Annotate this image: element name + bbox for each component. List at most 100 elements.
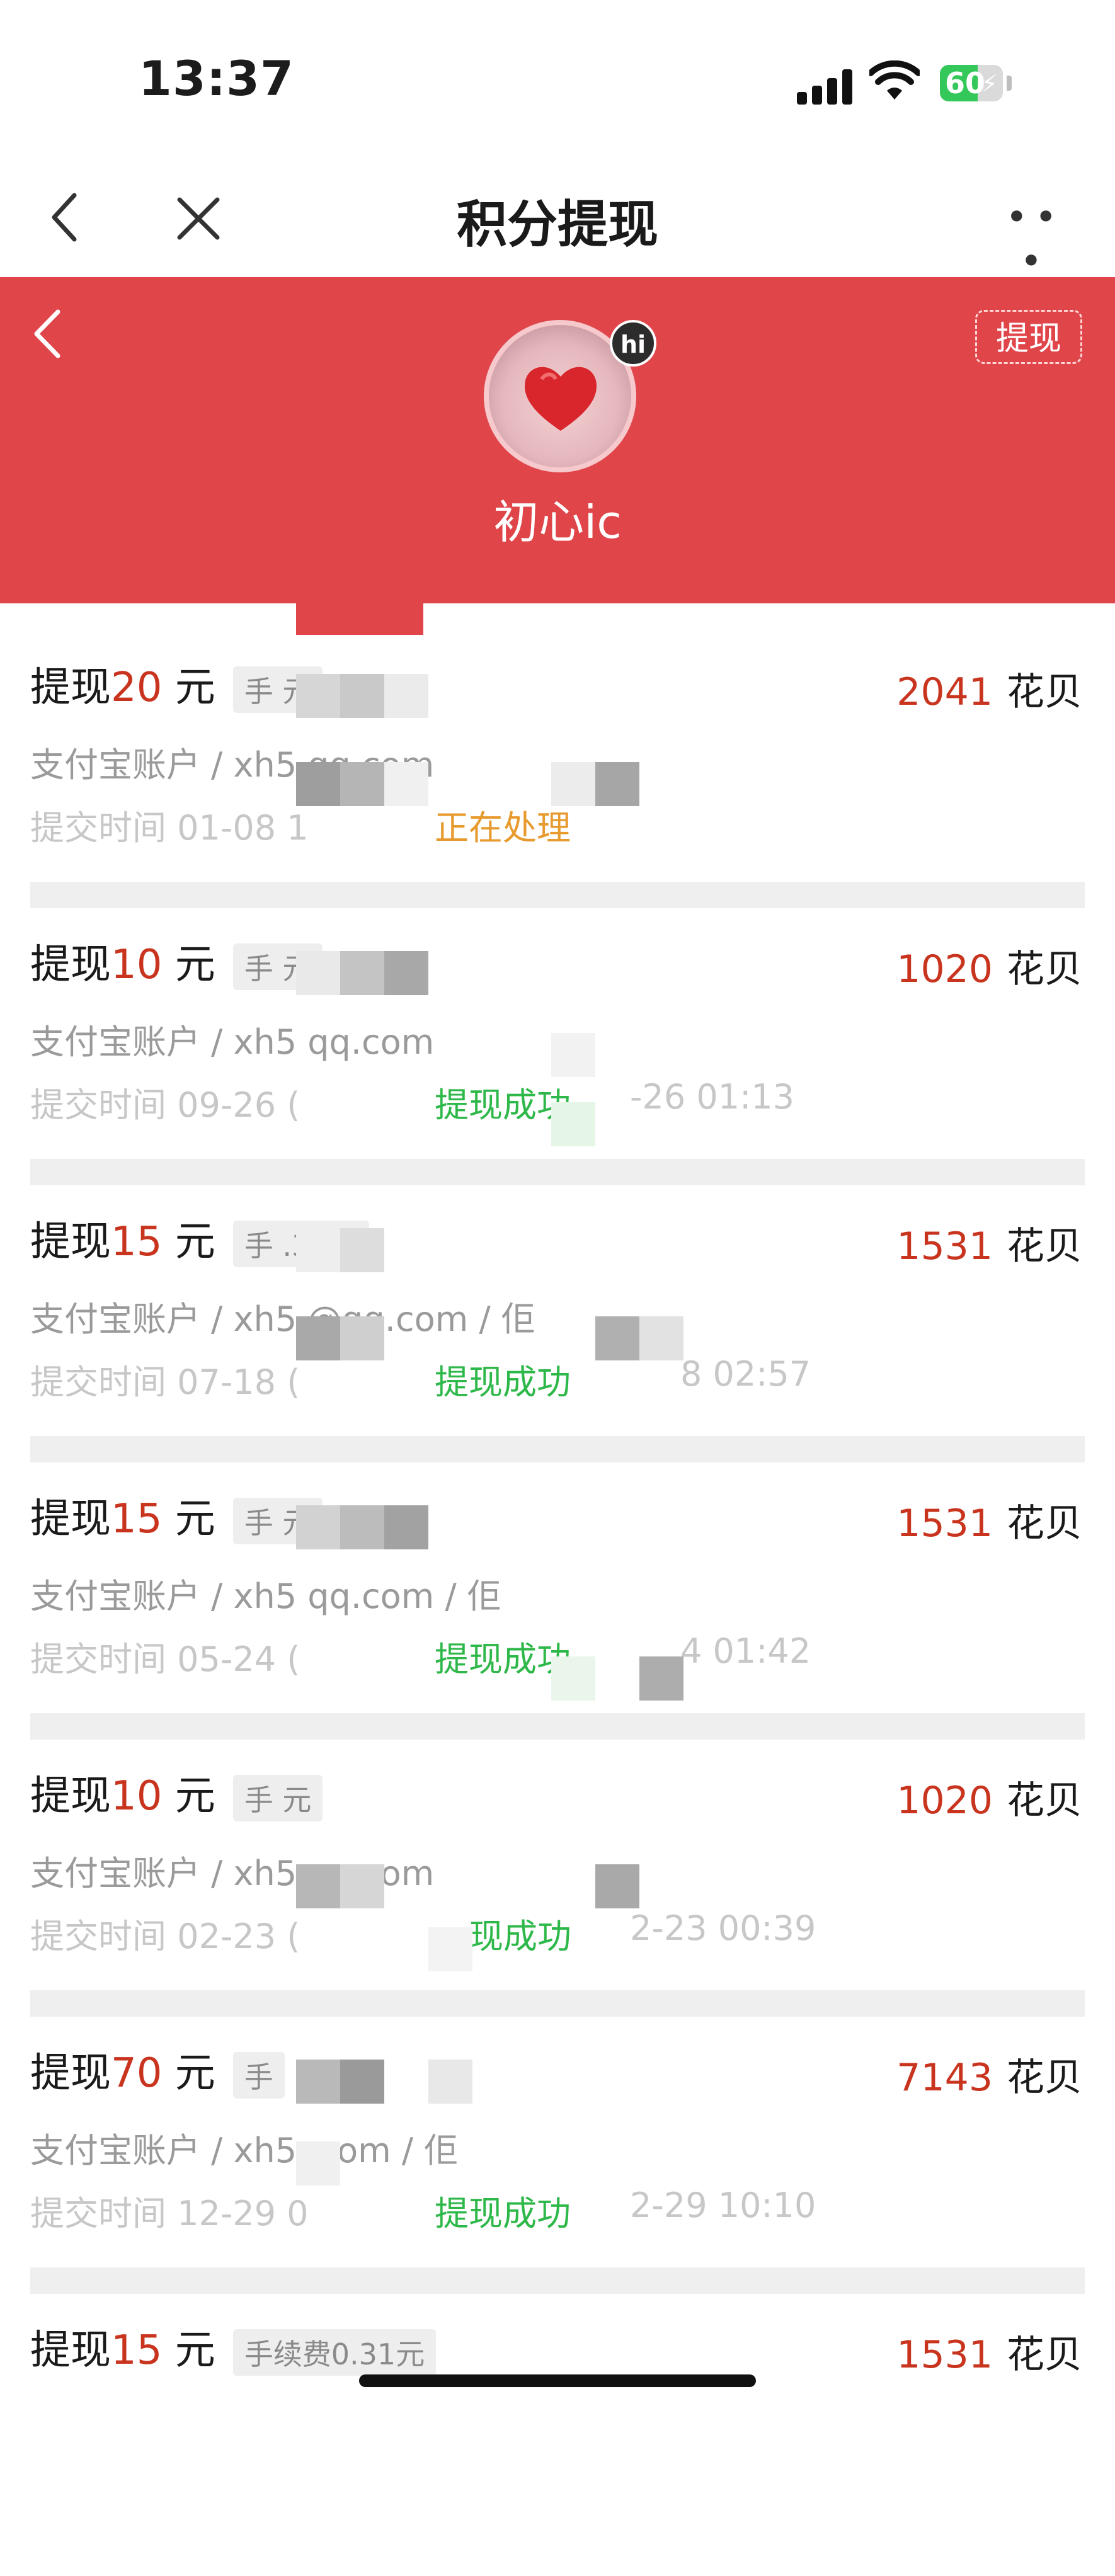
points-unit: 花贝 [1007,947,1082,991]
record-amount: 15 [111,2327,163,2374]
record-points: 1020 花贝 [896,938,1082,993]
mosaic-block [296,1864,340,1908]
record-points: 1020 花贝 [896,1770,1082,1825]
record-unit: 元 [162,1219,215,1265]
battery-icon: 60 ⚡ [940,65,1003,101]
withdrawal-record[interactable]: 提现10 元手 元 1020 花贝 支付宝账户 / xh5 qq.com 提交时间… [0,1745,1115,2022]
record-finish-time: 2-29 10:10 [630,2186,816,2225]
mosaic-block [428,1927,472,1971]
more-dots-icon[interactable]: • • • [995,195,1065,283]
mosaic-block [296,674,340,718]
username: 初心ic [493,496,622,549]
record-divider [30,1159,1085,1185]
record-finish-time: -26 01:13 [630,1077,794,1117]
points-value: 1531 [896,1502,993,1546]
mosaic-block [639,1316,683,1360]
record-account: 支付宝账户 / xh5 .com / 佢 [30,2131,459,2170]
withdraw-button[interactable]: 提现 [975,310,1082,364]
mosaic-block [296,2060,340,2104]
record-points: 1531 花贝 [896,2324,1082,2379]
mosaic-block [340,762,384,806]
points-value: 1020 [896,1779,993,1823]
record-submit-time: 提交时间 12-29 0 [30,2194,309,2233]
points-unit: 花贝 [1007,1224,1082,1268]
points-unit: 花贝 [1007,2333,1082,2377]
mosaic-block [340,674,384,718]
record-amount: 10 [111,1773,163,1820]
record-account: 支付宝账户 / xh5 @qq.com / 佢 [30,1299,535,1339]
record-status: 现成功 [469,1917,571,1956]
withdrawal-record[interactable]: 提现20 元手 元 2041 花贝 支付宝账户 / xh5 qq.com 提交时间… [0,636,1115,913]
withdrawal-record[interactable]: 提现15 元手 元 1531 花贝 支付宝账户 / xh5 qq.com / 佢 … [0,1468,1115,1745]
withdrawal-record[interactable]: 提现15 元手续费0.31元 1531 花贝 [0,2299,1115,2576]
points-unit: 花贝 [1007,1779,1082,1823]
record-title-prefix: 提现 [30,1496,111,1542]
record-unit: 元 [162,1773,215,1820]
record-title: 提现10 元手 元 [30,932,323,991]
record-title-prefix: 提现 [30,1219,111,1265]
record-amount: 10 [111,942,163,988]
mosaic-block [296,951,340,995]
points-unit: 花贝 [1007,2056,1082,2100]
record-amount: 20 [111,664,163,711]
record-divider [30,1713,1085,1740]
hi-badge: hi [610,320,656,367]
withdrawal-record[interactable]: 提现70 元手 7143 花贝 支付宝账户 / xh5 .com / 佢 提交时间… [0,2022,1115,2299]
mosaic-block [296,1505,340,1549]
page-title: 积分提现 [457,195,658,254]
withdrawal-record[interactable]: 提现15 元手 .31元 1531花贝 支付宝账户 / xh5 @qq.com … [0,1190,1115,1468]
mosaic-block [384,762,428,806]
record-title: 提现70 元手 [30,2041,285,2099]
fee-tag: 手续费0.31元 [232,2329,437,2376]
record-title-prefix: 提现 [30,2050,111,2097]
record-status: 提现成功 [435,1639,571,1679]
record-account: 支付宝账户 / xh5 qq.com / 佢 [30,1576,501,1616]
record-submit-time: 提交时间 01-08 1 [30,808,309,848]
record-submit-time: 提交时间 02-23 ( [30,1917,300,1956]
fee-tag: 手 [232,2052,285,2099]
mosaic-block [639,1656,683,1701]
mosaic-block [340,1505,384,1549]
mosaic-block [551,1656,595,1701]
points-unit: 花贝 [1007,670,1082,714]
record-submit-time: 提交时间 05-24 ( [30,1639,300,1679]
mosaic-block [340,1228,384,1272]
charging-bolt-icon: ⚡ [981,70,998,98]
mosaic-block [340,1316,384,1360]
home-indicator [359,2374,756,2387]
record-divider [30,1990,1085,2017]
header-back-icon[interactable] [25,302,69,365]
record-unit: 元 [162,2327,215,2374]
record-amount: 15 [111,1496,163,1542]
mosaic-block [296,2141,340,2186]
mosaic-block [296,1316,340,1360]
record-title: 提现15 元手续费0.31元 [30,2318,437,2376]
mosaic-block [340,2060,384,2104]
record-submit-time: 提交时间 09-26 ( [30,1085,300,1125]
record-status: 提现成功 [435,1362,571,1402]
profile-header: 提现 hi 初心ic [0,277,1115,603]
record-amount: 15 [111,1219,163,1265]
record-account: 支付宝账户 / xh5 qq.com [30,1022,435,1062]
record-title: 提现15 元手 元 [30,1486,323,1545]
mosaic-block [340,951,384,995]
mosaic-block [595,1316,639,1360]
record-amount: 70 [111,2050,163,2097]
fee-tag: 手 元 [232,1775,323,1822]
points-unit: 花贝 [1007,1502,1082,1546]
record-unit: 元 [162,942,215,988]
mosaic-block [384,674,428,718]
record-points: 2041 花贝 [896,661,1082,716]
record-status: 提现成功 [435,1085,571,1125]
points-value: 1531 [896,1224,993,1268]
withdrawal-record[interactable]: 提现10 元手 元 1020 花贝 支付宝账户 / xh5 qq.com 提交时间… [0,913,1115,1190]
record-unit: 元 [162,664,215,711]
record-points: 1531 花贝 [896,1216,1082,1270]
record-points: 7143 花贝 [896,2047,1082,2102]
mosaic-block [595,762,639,806]
record-title-prefix: 提现 [30,1773,111,1820]
header-tab-notch [296,603,423,635]
navigation-bar: 积分提现 • • • [0,157,1115,283]
record-status: 正在处理 [435,808,571,848]
record-divider [30,882,1085,908]
